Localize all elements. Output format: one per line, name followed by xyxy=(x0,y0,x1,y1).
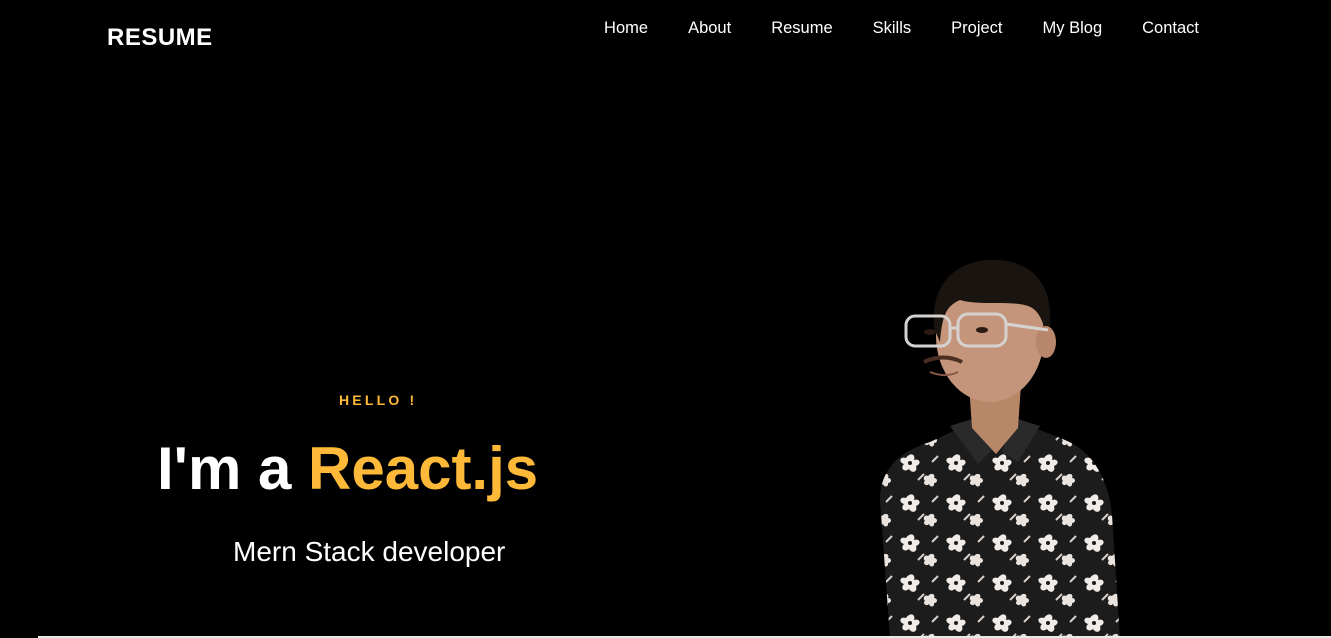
nav-contact[interactable]: Contact xyxy=(1122,18,1219,38)
nav-my-blog[interactable]: My Blog xyxy=(1023,18,1123,38)
hero-greeting: HELLO ! xyxy=(339,392,418,408)
hero-section: HELLO ! I'm a React.js Mern Stack develo… xyxy=(0,0,760,638)
nav-skills[interactable]: Skills xyxy=(853,18,932,38)
hero-headline-accent: React.js xyxy=(308,435,539,502)
hero-headline: I'm a React.js xyxy=(157,433,538,505)
nav-project[interactable]: Project xyxy=(931,18,1022,38)
person-photo-icon xyxy=(880,259,1120,638)
profile-photo xyxy=(850,250,1140,638)
nav-resume[interactable]: Resume xyxy=(751,18,852,38)
hero-subtitle: Mern Stack developer xyxy=(233,536,506,567)
hero-headline-lead: I'm a xyxy=(157,435,292,502)
